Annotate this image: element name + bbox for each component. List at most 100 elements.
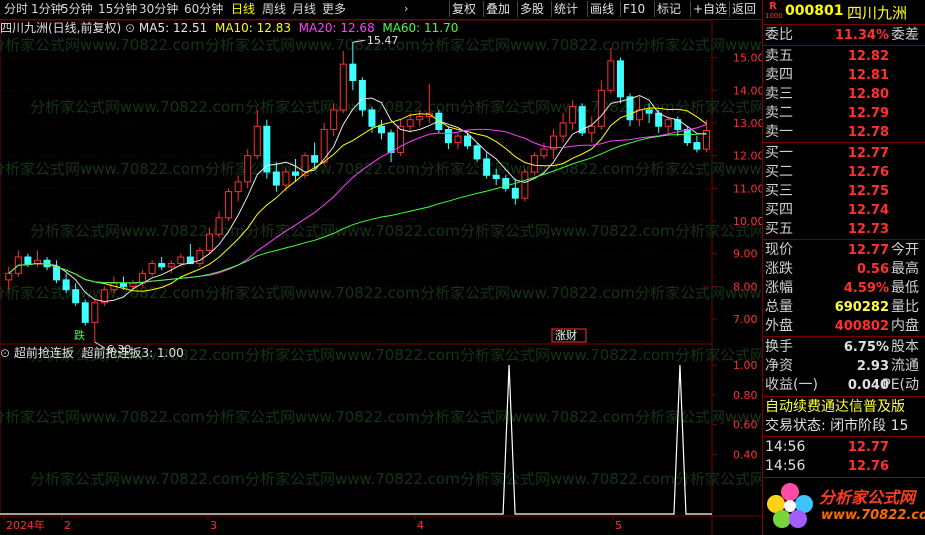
collapse-icon[interactable]: ⊙ (125, 21, 135, 35)
candle-body (119, 282, 127, 287)
period-tab-2[interactable]: 5分钟 (61, 2, 93, 17)
candle-body (62, 279, 70, 291)
candle-body (416, 115, 424, 121)
ask-row-3-label: 卖二 (765, 105, 793, 121)
toolbar-button-8[interactable]: 返回 (729, 1, 758, 17)
period-tab-8[interactable]: 月线 (292, 2, 316, 17)
ask-row-4-value: 12.78 (847, 125, 889, 140)
chart-area[interactable]: 分析家公式网www.70822.com 分析家公式网www.70822.com 分析… (0, 20, 762, 535)
ask-row-1: 卖四 12.81 (765, 66, 923, 85)
tick-row-1: 14:56 12.76 (765, 457, 923, 476)
tick-price: 12.76 (847, 459, 889, 474)
stat-row-0-label: 现价 (765, 242, 793, 258)
stat-row-4-value: 400802 (834, 319, 889, 334)
toolbar-button-4[interactable]: 画线 (587, 1, 616, 17)
candle-body (53, 266, 61, 281)
y-tick-label: 9.00 (733, 248, 758, 261)
candle-body (626, 96, 634, 121)
watermark-text: 分析家公式网www.70822.com (0, 408, 205, 426)
indicator-collapse-icon[interactable]: ⊙ (0, 346, 10, 360)
stat-row-3-label2: 量比 (891, 299, 919, 315)
watermark-text: 分析家公式网www.70822.com (0, 160, 205, 178)
candle-body (483, 158, 491, 176)
more-chevron-icon[interactable]: › (404, 2, 408, 15)
candle-body (196, 249, 204, 265)
toolbar-button-6[interactable]: 标记 (654, 1, 683, 17)
period-tab-6[interactable]: 日线 (231, 2, 255, 17)
stat-row-0-value: 12.77 (847, 243, 889, 258)
stat-row-2-label: 涨幅 (765, 280, 793, 296)
candle-body (339, 63, 347, 111)
candle-body (693, 142, 701, 150)
candle-body (225, 191, 233, 219)
candle-body (645, 109, 653, 114)
bid-row-3-label: 买四 (765, 202, 793, 218)
candle-body (72, 289, 80, 304)
ma20-line (8, 124, 707, 284)
ind-y-tick-label: 0.60 (733, 419, 758, 432)
ticker-text: 自动续费通达信普及版 (765, 399, 905, 415)
period-tab-3[interactable]: 15分钟 (98, 2, 137, 17)
y-tick-label: 14.00 (733, 84, 762, 97)
stat-row-0: 现价 12.77 今开 (765, 241, 923, 260)
candle-body (597, 89, 605, 127)
flower-logo-icon (767, 483, 813, 528)
candle-body (5, 272, 13, 281)
x-tick-label: 3 (210, 519, 217, 532)
toolbar-button-2[interactable]: 多股 (517, 1, 546, 17)
candle-body (349, 63, 357, 81)
stat2-row-1-label2: 流通 (891, 358, 919, 374)
indicator-name: 超前抢连扳 (13, 346, 74, 360)
candle-body (368, 109, 376, 127)
bid-row-0-value: 12.77 (847, 146, 889, 161)
candle-body (330, 109, 338, 131)
indicator-frame (0, 343, 713, 517)
toolbar-button-1[interactable]: 叠加 (483, 1, 512, 17)
ask-row-3-value: 12.79 (847, 106, 889, 121)
candle-body (167, 263, 175, 268)
period-tab-5[interactable]: 60分钟 (184, 2, 223, 17)
stat2-row-0-label: 换手 (765, 339, 793, 355)
period-tab-1[interactable]: 1分钟 (31, 2, 63, 17)
candle-body (387, 132, 395, 153)
y-tick-label: 11.00 (733, 182, 762, 195)
candle-body (588, 125, 596, 134)
candle-body (320, 129, 328, 163)
bid-row-3-value: 12.74 (847, 203, 889, 218)
toolbar-button-0[interactable]: 复权 (449, 1, 478, 17)
ma10-line (8, 107, 707, 292)
toolbar-button-3[interactable]: 统计 (551, 1, 580, 17)
toolbar-button-7[interactable]: +自选 (690, 1, 729, 17)
watermark-text: 分析家公式网www.70822.com (420, 284, 635, 302)
ask-row-0-label: 卖五 (765, 48, 793, 64)
candle-body (530, 155, 538, 173)
x-tick-label: 4 (417, 519, 424, 532)
watermark-text: 分析家公式网www.70822.com (635, 160, 762, 178)
bid-row-1: 买二 12.76 (765, 163, 923, 182)
candle-body (358, 79, 366, 111)
bid-row-0: 买一 12.77 (765, 144, 923, 163)
stat2-row-2-label: 收益(一) (765, 377, 818, 393)
watermark-text: 分析家公式网www.70822.com (205, 284, 420, 302)
stat2-row-2: 收益(一) 0.040 PE(动 (765, 376, 923, 395)
watermark-text: 分析家公式网www.70822.com (460, 470, 675, 488)
period-tab-9[interactable]: 更多 (322, 2, 346, 17)
period-tab-4[interactable]: 30分钟 (139, 2, 178, 17)
top-toolbar: 分时 1分钟 5分钟 15分钟 30分钟 60分钟 日线 周线 月线 更多 复权 叠加 多股 统计 画线 F1… (0, 0, 762, 20)
bid-row-1-value: 12.76 (847, 165, 889, 180)
logo-url: www.70822.com (821, 508, 925, 523)
candle-body (291, 171, 299, 176)
tick-row-0: 14:56 12.77 (765, 438, 923, 457)
watermark-text: 分析家公式网www.70822.com (30, 470, 245, 488)
r-badge: R 1000 (765, 1, 783, 21)
period-tab-7[interactable]: 周线 (262, 2, 286, 17)
stat-row-3: 总量 690282 量比 (765, 298, 923, 317)
stock-name: 四川九洲 (847, 4, 908, 22)
candle-body (406, 119, 414, 127)
candle-body (492, 174, 500, 180)
ask-row-2: 卖三 12.80 (765, 85, 923, 104)
toolbar-button-5[interactable]: F10 (620, 1, 647, 17)
stat-row-1-value: 0.56 (856, 262, 889, 277)
candle-body (521, 171, 529, 199)
period-tab-0[interactable]: 分时 (4, 2, 28, 17)
